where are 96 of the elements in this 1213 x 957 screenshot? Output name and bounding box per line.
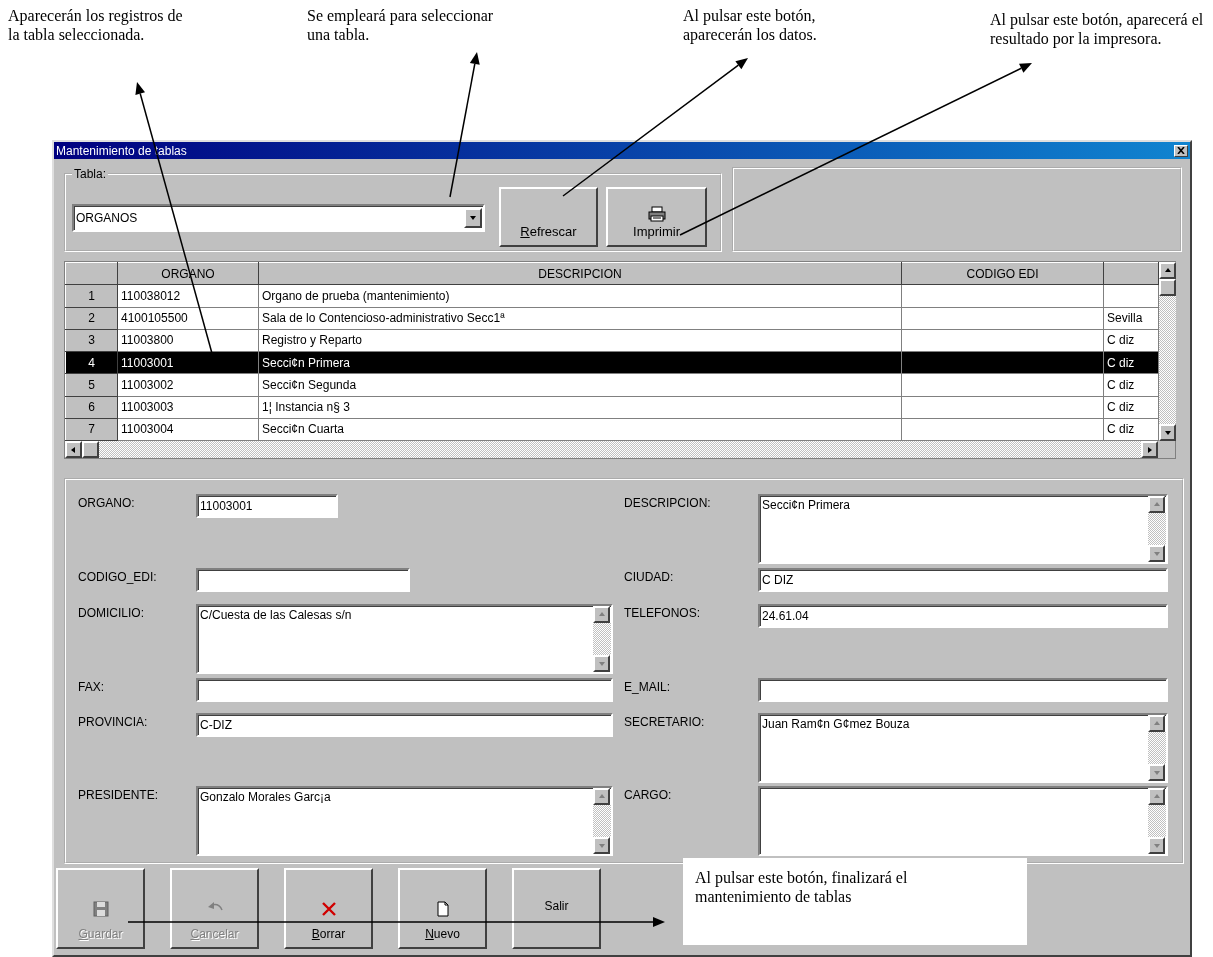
- scroll-left-button[interactable]: [65, 441, 82, 458]
- table-cell: C diz: [1103, 329, 1159, 352]
- text-field[interactable]: C DIZ: [758, 568, 1168, 592]
- dropdown-button[interactable]: [464, 208, 482, 228]
- row-number: 4: [65, 351, 118, 374]
- annotation-text: Se empleará para seleccionar una tabla.: [307, 6, 495, 44]
- row-number: 7: [65, 418, 118, 441]
- close-icon: [1177, 147, 1185, 154]
- table-cell: C diz: [1103, 373, 1159, 396]
- field-label: PROVINCIA:: [78, 714, 149, 729]
- field-label: FAX:: [78, 679, 105, 694]
- text-field[interactable]: [196, 568, 410, 592]
- table-row[interactable]: 1 110038012 Organo de prueba (mantenimiento): [65, 284, 1159, 307]
- field-label: DESCRIPCION:: [624, 495, 712, 510]
- text-field[interactable]: 24.61.04: [758, 604, 1168, 628]
- blank-page-icon: [434, 901, 451, 917]
- field-label: PRESIDENTE:: [78, 787, 159, 802]
- scroll-up-button[interactable]: [1148, 496, 1165, 513]
- scroll-down-button[interactable]: [1148, 837, 1165, 854]
- scroll-up-button[interactable]: [593, 788, 610, 805]
- scroll-down-button[interactable]: [593, 655, 610, 672]
- text-field[interactable]: C-DIZ: [196, 713, 613, 737]
- column-header[interactable]: DESCRIPCION: [258, 262, 902, 285]
- memo-field[interactable]: Secci¢n Primera: [758, 494, 1168, 564]
- table-cell: 1¦ Instancia n§ 3: [258, 396, 902, 419]
- field-label: E_MAIL:: [624, 679, 672, 694]
- text-field[interactable]: [196, 678, 613, 702]
- table-cell: Registro y Reparto: [258, 329, 902, 352]
- row-number: 2: [65, 307, 118, 330]
- table-cell: Organo de prueba (mantenimiento): [258, 284, 902, 307]
- scroll-up-button[interactable]: [593, 606, 610, 623]
- print-button[interactable]: Imprimir: [606, 187, 707, 247]
- table-row[interactable]: 5 11003002 Secci¢n Segunda C diz: [65, 373, 1159, 396]
- field-label: DOMICILIO:: [78, 605, 145, 620]
- field-label: CIUDAD:: [624, 569, 675, 584]
- group-label: Tabla:: [73, 167, 108, 181]
- table-cell: Sala de lo Contencioso-administrativo Secc1ª: [258, 307, 902, 330]
- scroll-down-button[interactable]: [1148, 545, 1165, 562]
- row-number: 1: [65, 284, 118, 307]
- text-field[interactable]: [758, 678, 1168, 702]
- window-title: Mantenimiento de tablas: [56, 143, 187, 158]
- table-cell: 110038012: [117, 284, 259, 307]
- table-row[interactable]: 2 4100105500 Sala de lo Contencioso-administrativo Secc1ª Sevilla: [65, 307, 1159, 330]
- table-row[interactable]: 6 11003003 1¦ Instancia n§ 3 C diz: [65, 396, 1159, 419]
- refresh-button[interactable]: Refrescar: [499, 187, 598, 247]
- cross-icon: [320, 901, 337, 917]
- table-cell: 11003004: [117, 418, 259, 441]
- row-number: 5: [65, 373, 118, 396]
- table-dropdown[interactable]: ORGANOS: [72, 204, 485, 232]
- scroll-down-button[interactable]: [1148, 764, 1165, 781]
- memo-field[interactable]: Gonzalo Morales Garc¡a: [196, 786, 613, 856]
- table-row[interactable]: 7 11003004 Secci¢n Cuarta C diz: [65, 418, 1159, 441]
- scroll-up-button[interactable]: [1148, 788, 1165, 805]
- row-number: 6: [65, 396, 118, 419]
- scroll-right-button[interactable]: [1141, 441, 1158, 458]
- table-cell: Sevilla: [1103, 307, 1159, 330]
- table-cell: Secci¢n Segunda: [258, 373, 902, 396]
- column-header[interactable]: [1103, 262, 1159, 285]
- callout-note: Al pulsar este botón, finalizará el mantenimiento de tablas: [683, 858, 1027, 945]
- field-label: CODIGO_EDI:: [78, 569, 158, 584]
- column-header[interactable]: CODIGO EDI: [901, 262, 1104, 285]
- memo-field[interactable]: C/Cuesta de las Calesas s/n: [196, 604, 613, 674]
- table-cell: 11003002: [117, 373, 259, 396]
- exit-button[interactable]: Salir: [512, 868, 601, 949]
- new-button[interactable]: Nuevo: [398, 868, 487, 949]
- table-cell: 11003800: [117, 329, 259, 352]
- table-cell: Secci¢n Cuarta: [258, 418, 902, 441]
- field-label: CARGO:: [624, 787, 673, 802]
- scroll-down-button[interactable]: [593, 837, 610, 854]
- delete-button[interactable]: Borrar: [284, 868, 373, 949]
- table-cell: 4100105500: [117, 307, 259, 330]
- table-cell: Secci¢n Primera: [258, 351, 902, 374]
- annotation-text: Aparecerán los registros de la tabla seleccionada.: [8, 6, 184, 44]
- scroll-up-button[interactable]: [1148, 715, 1165, 732]
- field-label: TELEFONOS:: [624, 605, 701, 620]
- annotation-text: Al pulsar este botón, aparecerán los datos.: [683, 6, 818, 44]
- memo-field[interactable]: Juan Ram¢n G¢mez Bouza: [758, 713, 1168, 783]
- table-cell: C diz: [1103, 396, 1159, 419]
- table-cell: 11003003: [117, 396, 259, 419]
- printer-icon: [647, 206, 666, 222]
- annotation-text: Al pulsar este botón, aparecerá el resultado por la impresora.: [990, 10, 1205, 48]
- memo-field[interactable]: [758, 786, 1168, 856]
- table-cell: 11003001: [117, 351, 259, 374]
- table-cell: [1103, 284, 1159, 307]
- scroll-up-button[interactable]: [1159, 262, 1176, 279]
- text-field[interactable]: 11003001: [196, 494, 338, 518]
- row-number: 3: [65, 329, 118, 352]
- table-cell: C diz: [1103, 418, 1159, 441]
- field-label: ORGANO:: [78, 495, 136, 510]
- close-button[interactable]: [1174, 144, 1188, 157]
- scroll-thumb[interactable]: [82, 441, 99, 458]
- scroll-thumb[interactable]: [1159, 279, 1176, 296]
- scroll-down-button[interactable]: [1159, 424, 1176, 441]
- field-label: SECRETARIO:: [624, 714, 706, 729]
- table-row[interactable]: 3 11003800 Registro y Reparto C diz: [65, 329, 1159, 352]
- table-row[interactable]: 4 11003001 Secci¢n Primera C diz: [65, 351, 1159, 374]
